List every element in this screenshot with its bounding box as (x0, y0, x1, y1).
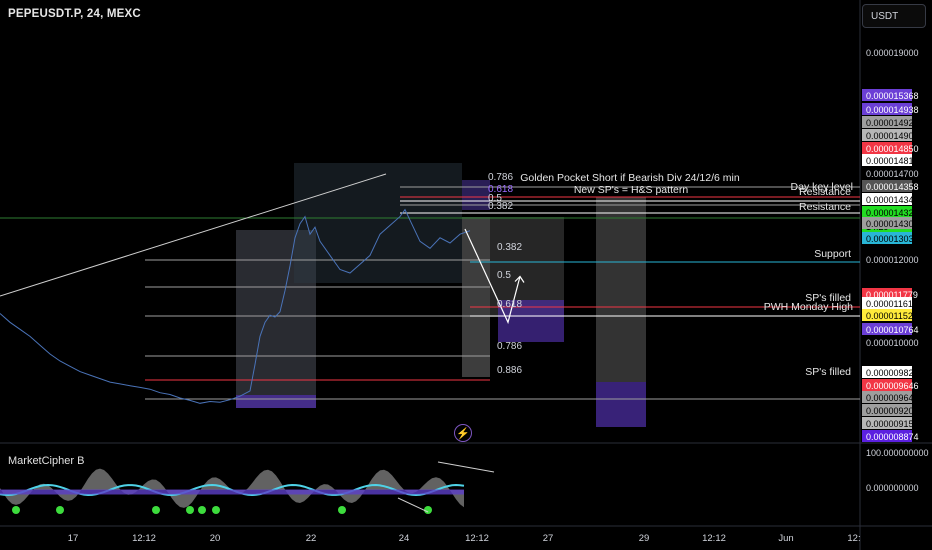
price-label: 0.000013033 (866, 234, 919, 244)
x-tick: 12:12 (702, 533, 726, 544)
annotation-resistance-b: Resistance (799, 201, 851, 213)
lightning-icon[interactable]: ⚡ (454, 424, 472, 442)
price-label: 0.000011528 (866, 311, 918, 321)
x-tick: 12:12 (465, 533, 489, 544)
target-box (462, 217, 490, 377)
x-tick: 22 (306, 533, 317, 544)
buy-dot (186, 506, 194, 514)
x-tick: 17 (68, 533, 79, 544)
price-label: 0.000014929 (866, 118, 919, 128)
buy-dot (198, 506, 206, 514)
price-label: 0.000012000 (866, 255, 919, 265)
price-label: 0.000009153 (866, 419, 919, 429)
fib-label: 0.382 (497, 242, 522, 253)
price-label: 0.000008874 (866, 432, 919, 442)
price-label: 0.000009202 (866, 406, 919, 416)
x-tick: 27 (543, 533, 554, 544)
price-label: 0.000014300 (866, 219, 919, 229)
annotation-support: Support (814, 248, 851, 260)
price-label: 0.000009821 (866, 368, 919, 378)
y-tick: 0.000019000 (866, 48, 919, 58)
price-label: 0.000010764 (866, 325, 919, 335)
price-label: 0.000009641 (866, 393, 919, 403)
price-label: 0.000014358 (866, 182, 919, 192)
indicator-axis-top: 100.000000000 (866, 448, 929, 458)
price-label: 0.000014901 (866, 131, 919, 141)
buy-dot (12, 506, 20, 514)
price-label: 0.000010000 (866, 338, 919, 348)
indicator-title: MarketCipher B (8, 455, 85, 467)
price-label: 0.000011619 (866, 299, 918, 309)
buy-dot (338, 506, 346, 514)
price-label: 0.000014329 (866, 208, 919, 218)
x-tick: 12: (847, 533, 860, 544)
price-label: 0.000014850 (866, 144, 919, 154)
price-label: 0.000014814 (866, 156, 919, 166)
buy-dot (152, 506, 160, 514)
price-label: 0.000014700 (866, 169, 919, 179)
annotation-resistance-a: Resistance (799, 186, 851, 198)
price-label: 0.000009646 (866, 381, 919, 391)
fib-label: 0.786 (488, 172, 513, 183)
range-box (294, 163, 462, 283)
wave-area (0, 468, 464, 508)
annotation-sp-filled-bottom: SP's filled (805, 366, 851, 378)
x-tick: 24 (399, 533, 410, 544)
price-label: 0.000015368 (866, 91, 919, 101)
x-tick: Jun (778, 533, 793, 544)
price-label: 0.000014938 (866, 105, 919, 115)
zone-box (596, 197, 646, 382)
fib-label: 0.382 (488, 201, 513, 212)
currency-button[interactable]: USDT (862, 4, 926, 28)
fib-label: 0.5 (497, 270, 511, 281)
chart-canvas[interactable]: 0.7860.6180.50.3820.3820.50.6180.7860.88… (0, 0, 932, 550)
fib-label: 0.886 (497, 365, 522, 376)
annotation-pwh: PWH Monday High (764, 301, 853, 313)
fib-label: 0.618 (497, 299, 522, 310)
indicator-axis-zero: 0.000000000 (866, 483, 919, 493)
zone-box (236, 395, 316, 408)
buy-dot (424, 506, 432, 514)
buy-dot (212, 506, 220, 514)
x-tick: 29 (639, 533, 650, 544)
buy-dot (56, 506, 64, 514)
annotation-note-line2: New SP's = H&S pattern (574, 184, 689, 196)
zone-box (596, 382, 646, 427)
divergence-line (397, 497, 429, 513)
divergence-line (437, 461, 495, 473)
x-tick: 20 (210, 533, 221, 544)
fib-label: 0.786 (497, 341, 522, 352)
annotation-note-line1: Golden Pocket Short if Bearish Div 24/12… (520, 172, 740, 184)
x-tick: 12:12 (132, 533, 156, 544)
price-label: 0.000014348 (866, 195, 919, 205)
chart-title: PEPEUSDT.P, 24, MEXC (8, 8, 141, 20)
